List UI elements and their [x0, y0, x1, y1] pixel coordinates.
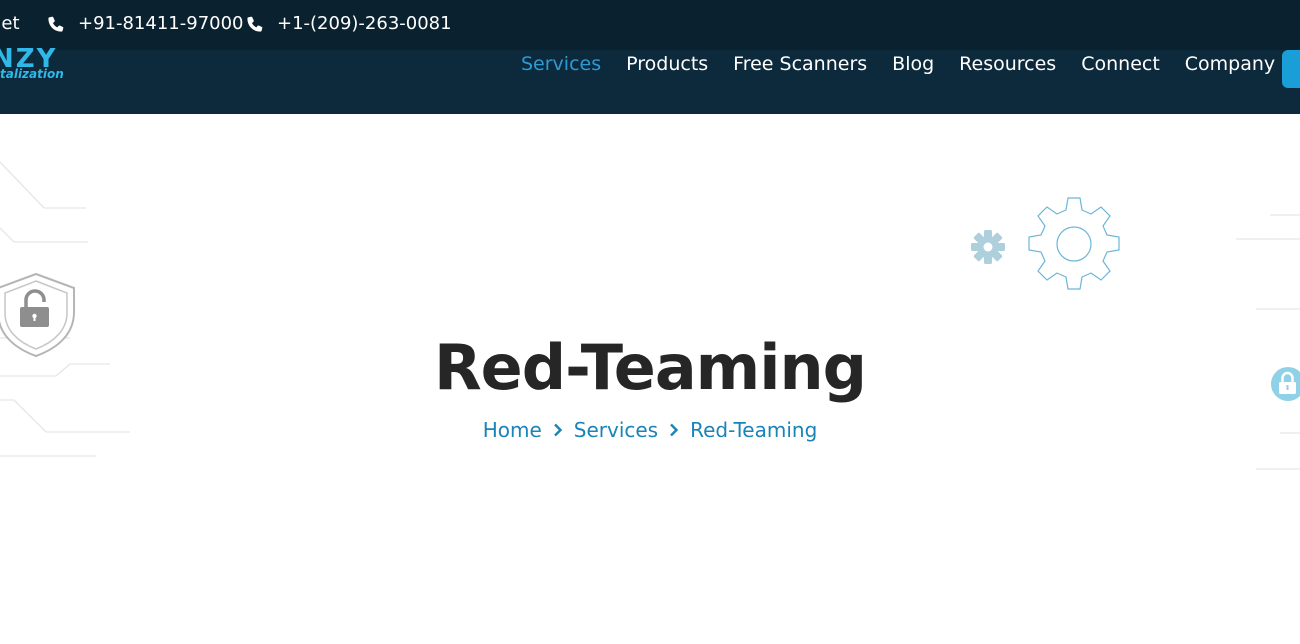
nav-item-services[interactable]: Services	[521, 50, 601, 78]
breadcrumb-services[interactable]: Services	[574, 418, 658, 442]
phone-icon	[48, 16, 64, 32]
breadcrumb-current: Red-Teaming	[690, 418, 818, 442]
page-title: Red-Teaming	[433, 331, 867, 404]
phone-number: +91-81411-97000	[78, 13, 244, 34]
phone-link-india[interactable]: +91-81411-97000	[46, 13, 244, 34]
nav-item-company[interactable]: Company	[1185, 50, 1275, 78]
phone-link-us[interactable]: +1-(209)-263-0081	[245, 13, 452, 34]
phone-number: +1-(209)-263-0081	[277, 13, 452, 34]
nav-cta-button[interactable]	[1282, 50, 1300, 88]
email-link[interactable]: net	[0, 13, 20, 34]
nav-item-blog[interactable]: Blog	[892, 50, 934, 78]
primary-nav: Services Products Free Scanners Blog Res…	[521, 50, 1300, 78]
main-navbar: NZY talization Services Products Free Sc…	[0, 44, 1300, 114]
breadcrumb: Home Services Red-Teaming	[0, 418, 1300, 442]
logo-tagline: talization	[0, 67, 64, 81]
gear-icon	[971, 230, 1005, 264]
nav-item-resources[interactable]: Resources	[959, 50, 1056, 78]
gear-icon	[1028, 197, 1120, 290]
chevron-right-icon	[669, 423, 679, 437]
nav-item-free-scanners[interactable]: Free Scanners	[733, 50, 867, 78]
chevron-right-icon	[553, 423, 563, 437]
nav-item-products[interactable]: Products	[626, 50, 708, 78]
breadcrumb-home[interactable]: Home	[483, 418, 542, 442]
top-contact-bar: net +91-81411-97000 +1-(209)-263-0081	[0, 0, 1300, 50]
nav-item-connect[interactable]: Connect	[1081, 50, 1160, 78]
phone-icon	[247, 16, 263, 32]
page-hero: Red-Teaming Home Services Red-Teaming	[0, 114, 1300, 644]
